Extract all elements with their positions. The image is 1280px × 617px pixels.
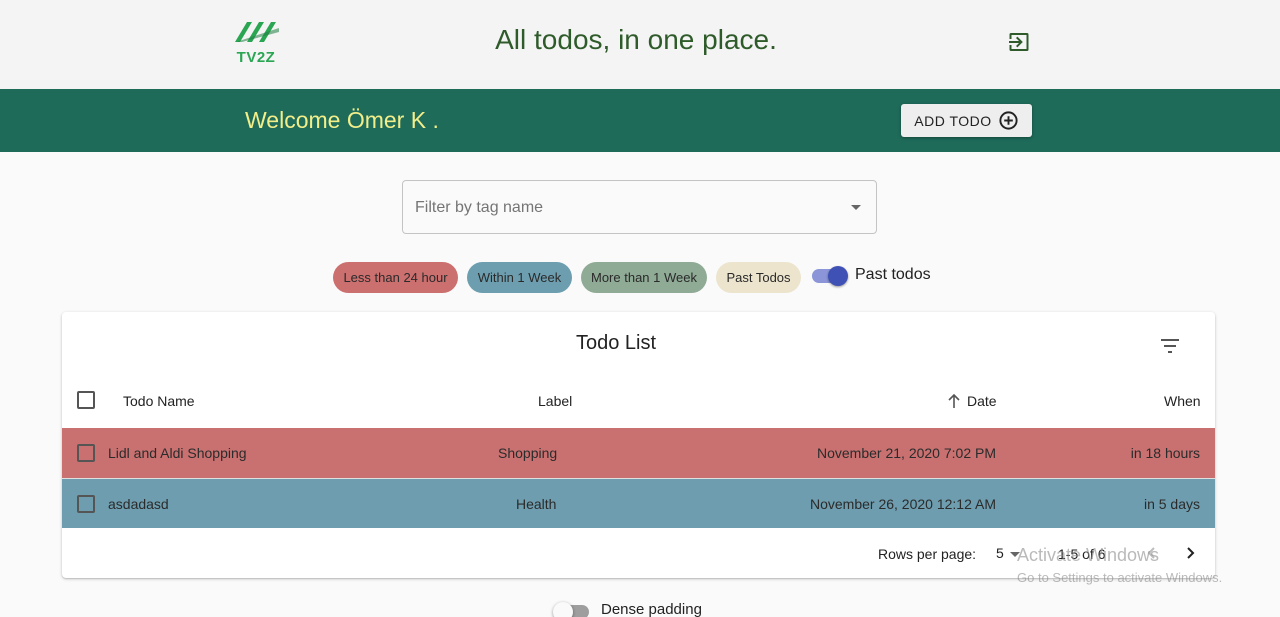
plus-circle-icon [999, 111, 1018, 130]
chip-past-todos[interactable]: Past Todos [716, 262, 801, 293]
tag-filter-select[interactable]: Filter by tag name [402, 180, 877, 234]
column-header-label[interactable]: Label [538, 393, 572, 409]
row-checkbox[interactable] [77, 495, 95, 513]
next-page-button[interactable] [1178, 541, 1202, 565]
top-header: TV2Z All todos, in one place. [0, 0, 1280, 89]
todo-name-cell: asdadasd [108, 496, 169, 512]
dense-padding-toggle[interactable] [553, 602, 591, 617]
chevron-right-icon [1187, 547, 1195, 559]
page-headline: All todos, in one place. [495, 24, 777, 55]
chevron-down-icon [851, 205, 861, 210]
dense-padding-label: Dense padding [601, 601, 702, 617]
when-cell: in 18 hours [1130, 445, 1200, 461]
chip-more-than-1-week[interactable]: More than 1 Week [581, 262, 707, 293]
past-todos-label: Past todos [855, 266, 931, 283]
welcome-band: Welcome Ömer K . ADD TODO [0, 89, 1280, 152]
rows-per-page-select[interactable]: 5 [996, 545, 1004, 561]
todo-list-card: Todo List Todo Name Label Date When Lidl… [62, 312, 1215, 578]
column-header-date[interactable]: Date [967, 393, 997, 409]
table-row[interactable]: asdadasd Health November 26, 2020 12:12 … [62, 478, 1215, 528]
app-logo[interactable]: TV2Z [233, 18, 279, 66]
table-row[interactable]: Lidl and Aldi Shopping Shopping November… [62, 428, 1215, 478]
label-cell: Health [516, 496, 557, 512]
add-todo-button[interactable]: ADD TODO [901, 104, 1032, 137]
rows-per-page-label: Rows per page: [878, 546, 977, 562]
chip-within-1-week[interactable]: Within 1 Week [467, 262, 572, 293]
date-cell: November 26, 2020 12:12 AM [809, 496, 996, 512]
add-todo-label: ADD TODO [914, 112, 992, 129]
filter-list-icon [1161, 339, 1179, 353]
logout-icon [1009, 33, 1029, 51]
activation-watermark-subtitle: Go to Settings to activate Windows. [1017, 570, 1223, 585]
filter-list-button[interactable] [1158, 334, 1182, 358]
tag-filter-placeholder: Filter by tag name [415, 199, 544, 216]
logo-mark-icon [235, 22, 279, 42]
welcome-text: Welcome Ömer K . [245, 107, 439, 133]
activation-watermark-title: Activate Windows [1017, 545, 1160, 565]
date-cell: November 21, 2020 7:02 PM [817, 445, 996, 461]
when-cell: in 5 days [1143, 496, 1200, 512]
logo-text: TV2Z [236, 49, 276, 66]
todo-list-title: Todo List [575, 332, 657, 354]
arrow-up-icon [948, 393, 960, 408]
column-header-when[interactable]: When [1164, 393, 1201, 409]
logout-button[interactable] [1006, 29, 1032, 55]
past-todos-toggle[interactable] [812, 266, 848, 286]
row-checkbox[interactable] [77, 444, 95, 462]
toggle-thumb [828, 266, 848, 286]
column-header-todo-name[interactable]: Todo Name [123, 393, 195, 409]
select-all-checkbox[interactable] [77, 391, 95, 409]
todo-name-cell: Lidl and Aldi Shopping [108, 445, 247, 461]
label-cell: Shopping [498, 445, 558, 461]
toggle-thumb [553, 602, 573, 617]
chip-less-than-24-hour[interactable]: Less than 24 hour [333, 262, 458, 293]
